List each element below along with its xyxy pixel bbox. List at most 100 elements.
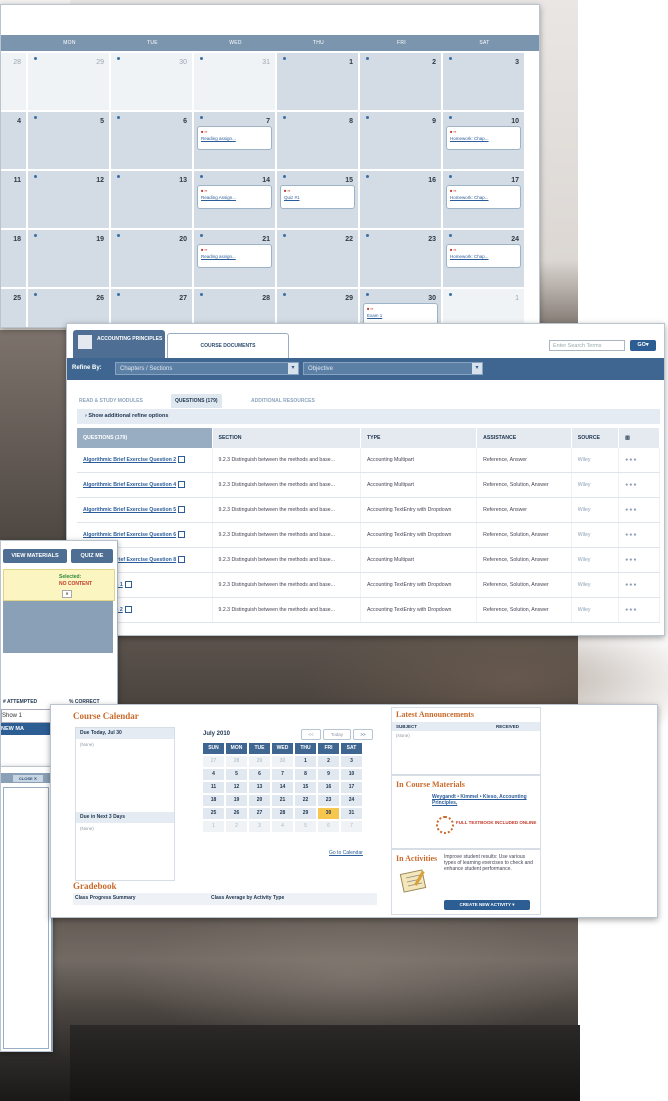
calendar-day-cell[interactable]: 4 bbox=[272, 821, 293, 832]
calendar-event[interactable]: ■ ▪▪ Reading Assign... bbox=[197, 185, 272, 209]
calendar-day-cell[interactable]: 20 bbox=[249, 795, 270, 806]
column-header-options[interactable]: ▥ bbox=[618, 428, 660, 448]
next-month-button[interactable]: >> bbox=[353, 729, 373, 740]
calendar-event[interactable]: ■ ▪▪ Homework: Chap... bbox=[446, 244, 521, 268]
event-title[interactable]: Quiz #1 bbox=[284, 195, 300, 200]
calendar-day-cell[interactable]: 4 bbox=[1, 112, 28, 171]
calendar-day-cell[interactable]: 7 ■ ▪▪ Reading assign... bbox=[194, 112, 277, 171]
add-event-icon[interactable] bbox=[34, 57, 37, 60]
event-title[interactable]: Reading Assign... bbox=[201, 195, 236, 200]
calendar-event[interactable]: ■ ▪▪ Reading assign... bbox=[197, 126, 272, 150]
create-new-activity-button[interactable]: CREATE NEW ACTIVITY ▾ bbox=[444, 900, 530, 910]
view-materials-button[interactable]: VIEW MATERIALS bbox=[3, 549, 67, 563]
quiz-me-button[interactable]: QUIZ ME bbox=[71, 549, 113, 563]
calendar-day-cell[interactable]: 1 bbox=[295, 756, 316, 767]
calendar-day-cell[interactable]: 10 ■ ▪▪ Homework: Chap... bbox=[443, 112, 526, 171]
calendar-day-cell[interactable]: 3 bbox=[341, 756, 362, 767]
calendar-day-cell[interactable]: 2 bbox=[226, 821, 247, 832]
event-title[interactable]: Homework: Chap... bbox=[450, 136, 489, 141]
calendar-day-cell[interactable]: 4 bbox=[203, 769, 224, 780]
question-link-text[interactable]: Algorithmic Brief Exercise Question 4 bbox=[83, 482, 176, 488]
calendar-day-cell[interactable]: 8 bbox=[277, 112, 360, 171]
preview-icon[interactable] bbox=[124, 606, 132, 614]
add-event-icon[interactable] bbox=[117, 57, 120, 60]
calendar-day-cell[interactable]: 14 bbox=[272, 782, 293, 793]
add-event-icon[interactable] bbox=[449, 175, 452, 178]
add-event-icon[interactable] bbox=[200, 234, 203, 237]
table-row[interactable]: Algorithmic Brief Exercise Question 4 9.2… bbox=[77, 472, 660, 498]
objective-select[interactable]: Objective ▾ bbox=[303, 362, 483, 375]
add-event-icon[interactable] bbox=[366, 175, 369, 178]
calendar-day-cell[interactable]: 6 bbox=[111, 112, 194, 171]
calendar-day-cell[interactable]: 1 bbox=[203, 821, 224, 832]
add-event-icon[interactable] bbox=[34, 175, 37, 178]
calendar-day-cell[interactable]: 13 bbox=[249, 782, 270, 793]
column-header-assistance[interactable]: ASSISTANCE bbox=[476, 428, 572, 448]
calendar-event[interactable]: ■ ▪▪ Homework: Chap... bbox=[446, 185, 521, 209]
event-title[interactable]: Homework: Chap... bbox=[450, 195, 489, 200]
calendar-day-cell[interactable]: 18 bbox=[1, 230, 28, 289]
calendar-day-cell[interactable]: 17 ■ ▪▪ Homework: Chap... bbox=[443, 171, 526, 230]
preview-icon[interactable] bbox=[124, 581, 132, 589]
calendar-day-cell[interactable]: 28 bbox=[1, 53, 28, 112]
calendar-day-cell[interactable]: 26 bbox=[226, 808, 247, 819]
question-link-text[interactable]: Algorithmic Brief Exercise Question 5 bbox=[83, 507, 176, 513]
add-event-icon[interactable] bbox=[366, 234, 369, 237]
calendar-day-cell[interactable]: 7 bbox=[272, 769, 293, 780]
add-event-icon[interactable] bbox=[117, 175, 120, 178]
close-icon[interactable]: ✕ bbox=[62, 590, 72, 598]
calendar-day-cell[interactable]: 12 bbox=[28, 171, 111, 230]
calendar-day-cell[interactable]: 1 bbox=[277, 53, 360, 112]
add-event-icon[interactable] bbox=[117, 116, 120, 119]
calendar-day-cell[interactable]: 5 bbox=[226, 769, 247, 780]
calendar-day-cell[interactable]: 5 bbox=[295, 821, 316, 832]
calendar-day-cell[interactable]: 11 bbox=[203, 782, 224, 793]
preview-icon[interactable] bbox=[178, 556, 186, 564]
calendar-day-cell[interactable]: 10 bbox=[341, 769, 362, 780]
calendar-day-cell[interactable]: 15 bbox=[295, 782, 316, 793]
calendar-day-cell[interactable]: 27 bbox=[249, 808, 270, 819]
calendar-day-cell[interactable]: 9 bbox=[360, 112, 443, 171]
calendar-day-cell[interactable]: 28 bbox=[226, 756, 247, 767]
calendar-day-cell[interactable]: 31 bbox=[341, 808, 362, 819]
add-event-icon[interactable] bbox=[283, 116, 286, 119]
calendar-day-cell[interactable]: 19 bbox=[28, 230, 111, 289]
event-title[interactable]: Homework: Chap... bbox=[450, 254, 489, 259]
preview-icon[interactable] bbox=[178, 531, 186, 539]
add-event-icon[interactable] bbox=[34, 293, 37, 296]
calendar-day-cell[interactable]: 2 bbox=[318, 756, 339, 767]
table-row[interactable]: Algorithmic Brief Exercise Question 2 9.2… bbox=[77, 448, 660, 473]
calendar-day-cell[interactable]: 24 bbox=[341, 795, 362, 806]
subtab-additional-resources[interactable]: ADDITIONAL RESOURCES bbox=[251, 394, 315, 408]
column-header-section[interactable]: SECTION bbox=[212, 428, 361, 448]
calendar-day-cell[interactable]: 24 ■ ▪▪ Homework: Chap... bbox=[443, 230, 526, 289]
add-event-icon[interactable] bbox=[283, 175, 286, 178]
calendar-day-cell[interactable]: 6 bbox=[318, 821, 339, 832]
add-event-icon[interactable] bbox=[366, 293, 369, 296]
add-event-icon[interactable] bbox=[200, 116, 203, 119]
calendar-day-cell[interactable]: 6 bbox=[249, 769, 270, 780]
calendar-day-cell[interactable]: 29 bbox=[28, 53, 111, 112]
calendar-day-cell[interactable]: 3 bbox=[249, 821, 270, 832]
column-header-type[interactable]: TYPE bbox=[360, 428, 478, 448]
add-event-icon[interactable] bbox=[449, 116, 452, 119]
add-event-icon[interactable] bbox=[34, 234, 37, 237]
calendar-day-cell[interactable]: 14 ■ ▪▪ Reading Assign... bbox=[194, 171, 277, 230]
calendar-day-cell[interactable]: 22 bbox=[277, 230, 360, 289]
add-event-icon[interactable] bbox=[200, 175, 203, 178]
calendar-event[interactable]: ■ ▪▪ Reading assign... bbox=[197, 244, 272, 268]
calendar-day-cell[interactable]: 25 bbox=[203, 808, 224, 819]
calendar-day-cell[interactable]: 17 bbox=[341, 782, 362, 793]
question-link[interactable]: Algorithmic Brief Exercise Question 2 bbox=[77, 448, 213, 473]
calendar-event[interactable]: ■ ▪▪ Homework: Chap... bbox=[446, 126, 521, 150]
calendar-day-cell[interactable]: 16 bbox=[360, 171, 443, 230]
add-event-icon[interactable] bbox=[117, 293, 120, 296]
question-link-text[interactable]: Algorithmic Brief Exercise Question 6 bbox=[83, 532, 176, 538]
event-title[interactable]: Reading assign... bbox=[201, 254, 236, 259]
preview-icon[interactable] bbox=[178, 506, 186, 514]
table-row[interactable]: Do It Question 29.2.3 Distinguish betwee… bbox=[77, 597, 660, 623]
tab-course-documents[interactable]: COURSE DOCUMENTS bbox=[167, 333, 289, 358]
add-event-icon[interactable] bbox=[366, 116, 369, 119]
today-cell[interactable]: 30 bbox=[318, 808, 339, 819]
calendar-day-cell[interactable]: 5 bbox=[28, 112, 111, 171]
